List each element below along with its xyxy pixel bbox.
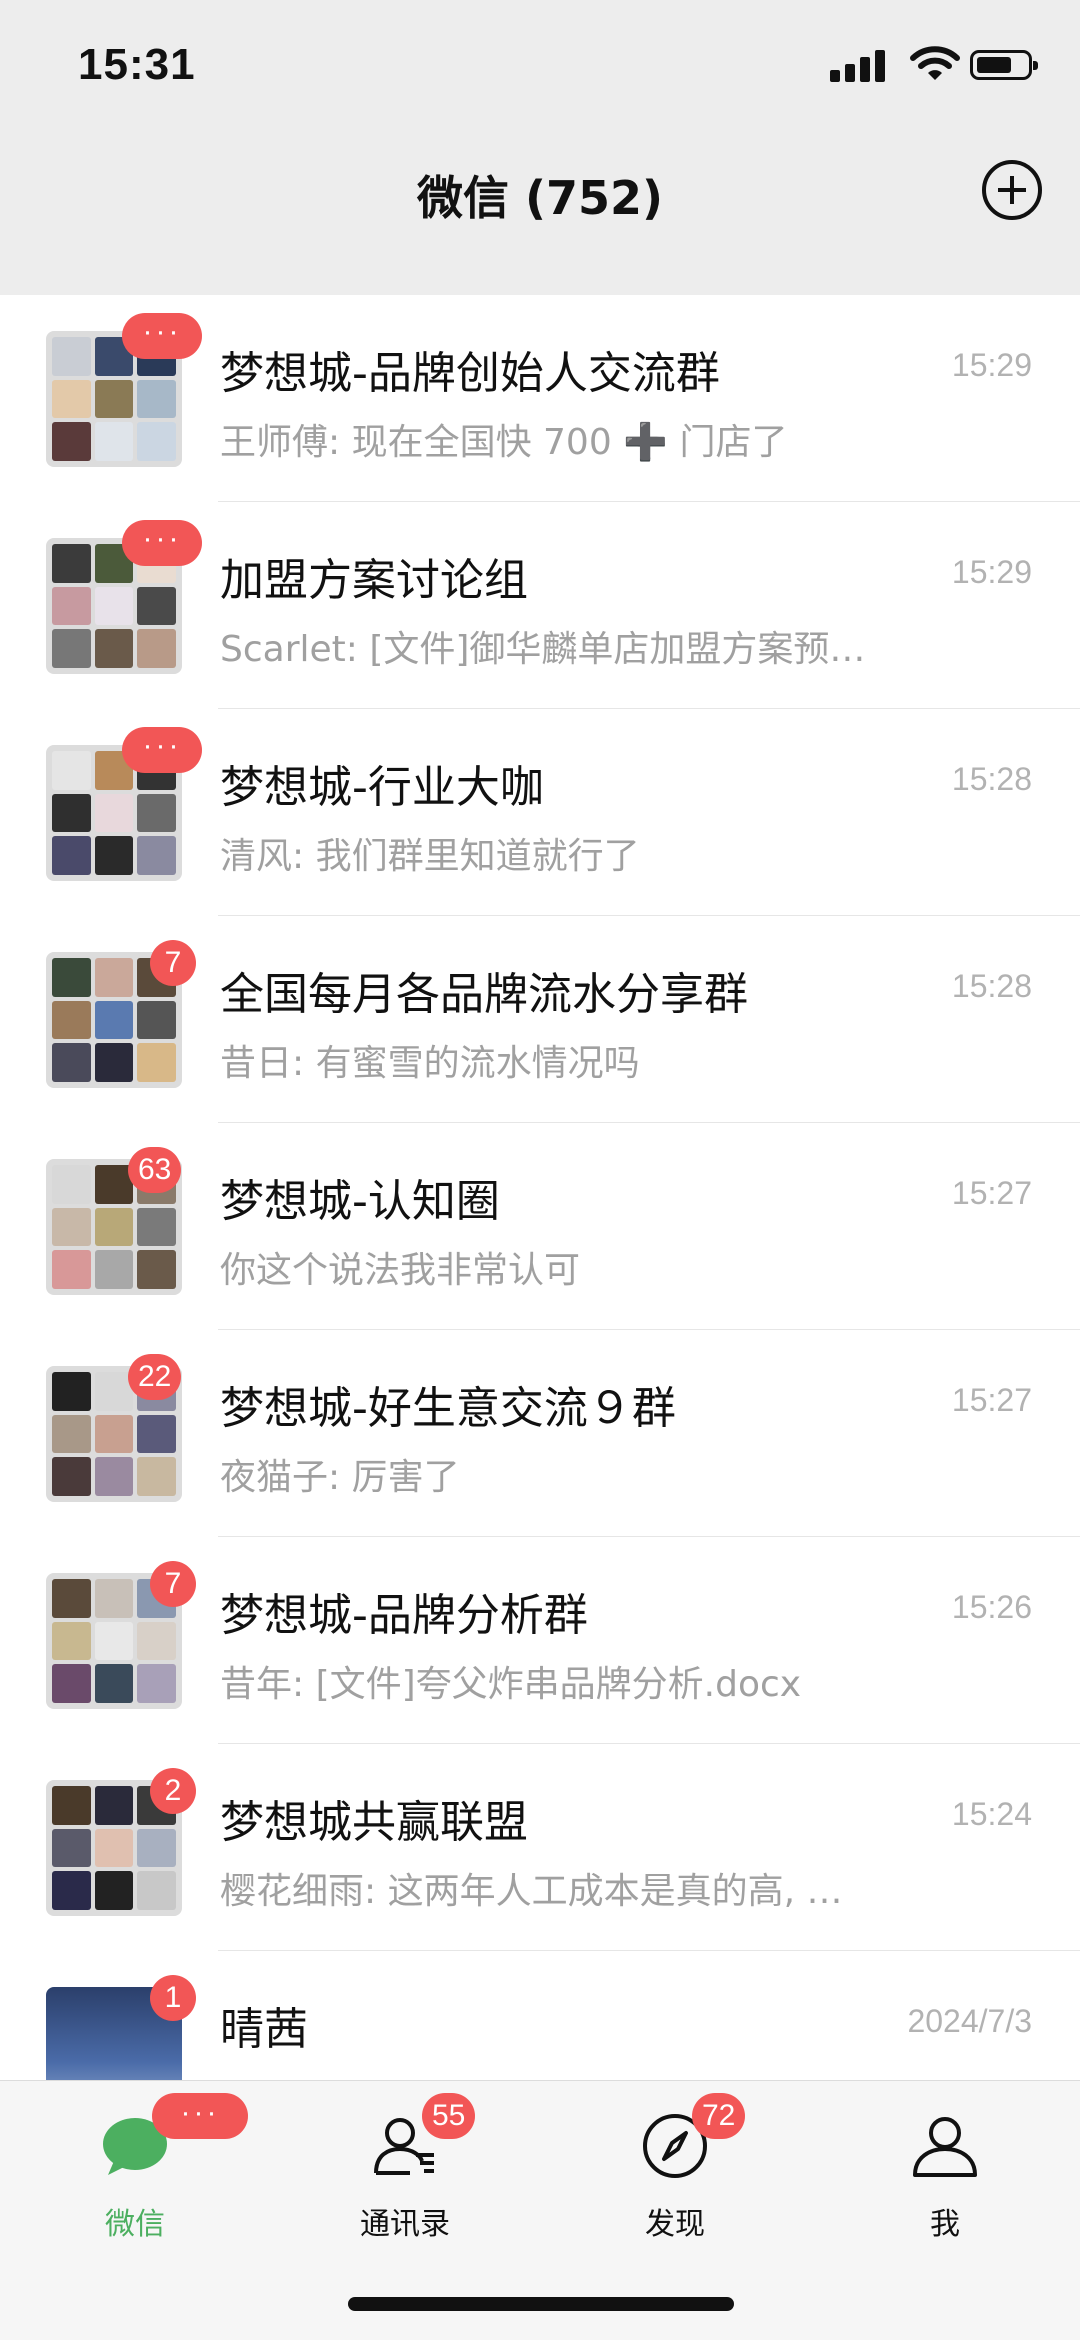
chat-preview: 昔年: [文件]夸父炸串品牌分析.docx: [220, 1664, 802, 1705]
chat-item[interactable]: ··· 梦想城-行业大咖 15:28 清风: 我们群里知道就行了: [0, 709, 1080, 916]
unread-badge: 2: [150, 1768, 196, 1814]
chat-name: 梦想城-好生意交流９群: [220, 1383, 676, 1434]
chat-preview: 清风: 我们群里知道就行了: [220, 836, 640, 877]
chat-name: 梦想城-品牌分析群: [220, 1590, 588, 1641]
chat-time: 15:28: [951, 968, 1032, 1004]
chat-item[interactable]: 7 梦想城-品牌分析群 15:26 昔年: [文件]夸父炸串品牌分析.docx: [0, 1537, 1080, 1744]
signal-icon: [830, 48, 886, 82]
tab-label: 微信: [105, 2207, 165, 2242]
chat-item[interactable]: 2 梦想城共赢联盟 15:24 樱花细雨: 这两年人工成本是真的高, …: [0, 1744, 1080, 1951]
chat-time: 15:28: [951, 761, 1032, 797]
chat-name: 全国每月各品牌流水分享群: [220, 969, 748, 1020]
tab-contacts[interactable]: 55 通讯录: [270, 2081, 540, 2281]
unread-badge: ···: [122, 520, 202, 566]
page-title: 微信 (752): [416, 171, 664, 225]
chat-name: 梦想城-认知圈: [220, 1176, 500, 1227]
unread-badge: ···: [122, 727, 202, 773]
person-icon: [913, 2117, 977, 2177]
chat-item[interactable]: 7 全国每月各品牌流水分享群 15:28 昔日: 有蜜雪的流水情况吗: [0, 916, 1080, 1123]
chat-item[interactable]: ··· 梦想城-品牌创始人交流群 15:29 王师傅: 现在全国快 700 ➕ …: [0, 295, 1080, 502]
status-bar: 15:31: [0, 0, 1080, 130]
chat-item[interactable]: 63 梦想城-认知圈 15:27 你这个说法我非常认可: [0, 1123, 1080, 1330]
chat-item[interactable]: 22 梦想城-好生意交流９群 15:27 夜猫子: 厉害了: [0, 1330, 1080, 1537]
tab-label: 通讯录: [360, 2207, 450, 2242]
chat-list[interactable]: ··· 梦想城-品牌创始人交流群 15:29 王师傅: 现在全国快 700 ➕ …: [0, 295, 1080, 2080]
unread-badge: 22: [128, 1354, 182, 1400]
battery-icon: [970, 50, 1038, 80]
chat-preview: 樱花细雨: 这两年人工成本是真的高, …: [220, 1871, 843, 1912]
tab-me[interactable]: 我: [810, 2081, 1080, 2281]
unread-badge: ···: [122, 313, 202, 359]
tab-badge: ···: [152, 2093, 248, 2139]
status-time: 15:31: [78, 40, 196, 89]
add-button[interactable]: [982, 160, 1042, 220]
tab-label: 我: [930, 2207, 960, 2242]
chat-name: 晴茜: [220, 2004, 308, 2055]
chat-preview: Scarlet: [文件]御华麟单店加盟方案预…: [220, 629, 866, 670]
chat-time: 15:29: [951, 347, 1032, 383]
chat-preview: 你这个说法我非常认可: [220, 1250, 581, 1291]
chat-time: 15:27: [951, 1382, 1032, 1418]
tab-chats[interactable]: ··· 微信: [0, 2081, 270, 2281]
tab-discover[interactable]: 72 发现: [540, 2081, 810, 2281]
chat-time: 15:26: [951, 1589, 1032, 1625]
chat-item[interactable]: 1 晴茜 2024/7/3: [0, 1951, 1080, 2080]
unread-badge: 1: [150, 1975, 196, 2021]
chat-time: 2024/7/3: [907, 2003, 1032, 2039]
wifi-icon: [910, 46, 960, 80]
unread-badge: 7: [150, 1561, 196, 1607]
unread-badge: 63: [128, 1147, 182, 1193]
tab-bar: ··· 微信 55 通讯录 72 发现 我: [0, 2080, 1080, 2340]
chat-name: 梦想城-行业大咖: [220, 762, 544, 813]
chat-time: 15:29: [951, 554, 1032, 590]
chat-time: 15:27: [951, 1175, 1032, 1211]
chat-item[interactable]: ··· 加盟方案讨论组 15:29 Scarlet: [文件]御华麟单店加盟方案…: [0, 502, 1080, 709]
chat-preview: 夜猫子: 厉害了: [220, 1457, 460, 1498]
tab-badge: 55: [422, 2093, 476, 2139]
chat-preview: 王师傅: 现在全国快 700 ➕ 门店了: [220, 422, 788, 463]
home-indicator: [348, 2297, 734, 2311]
tab-badge: 72: [692, 2093, 746, 2139]
chat-name: 梦想城-品牌创始人交流群: [220, 348, 720, 399]
tab-label: 发现: [645, 2207, 705, 2242]
header: 微信 (752): [0, 130, 1080, 295]
unread-badge: 7: [150, 940, 196, 986]
chat-name: 梦想城共赢联盟: [220, 1797, 528, 1848]
chat-preview: 昔日: 有蜜雪的流水情况吗: [220, 1043, 640, 1084]
chat-time: 15:24: [951, 1796, 1032, 1832]
chat-name: 加盟方案讨论组: [220, 555, 528, 606]
